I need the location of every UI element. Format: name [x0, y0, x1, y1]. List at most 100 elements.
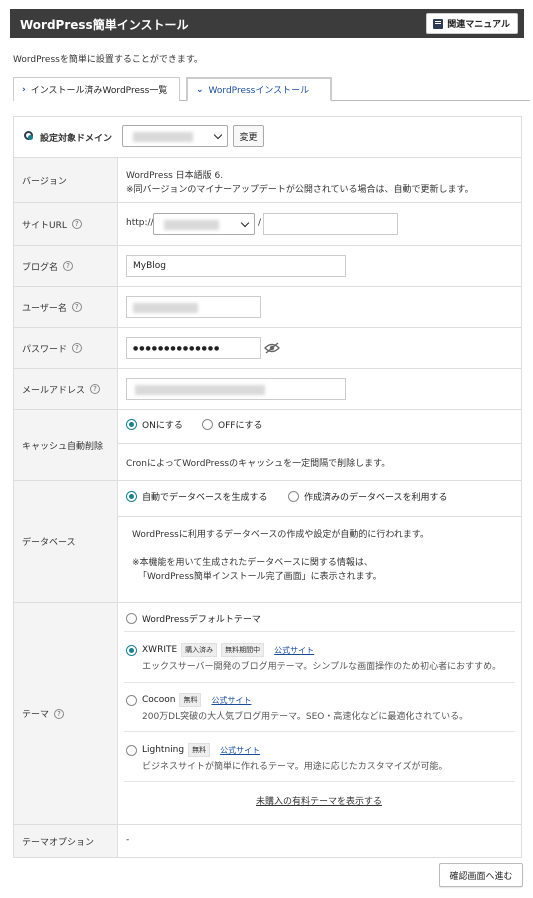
row-email: メールアドレス? [14, 369, 521, 410]
manual-button[interactable]: 関連マニュアル [426, 13, 518, 34]
lightning-desc: ビジネスサイトが簡単に作れるテーマ。用途に応じたカスタマイズが可能。 [142, 762, 448, 772]
eye-slash-icon[interactable] [264, 342, 280, 354]
username-input[interactable] [126, 296, 261, 318]
domain-select[interactable] [122, 125, 228, 147]
cocoon-name: Cocoon [142, 695, 176, 705]
theme-option-label: テーマオプション [14, 825, 118, 857]
help-icon[interactable]: ? [71, 219, 82, 229]
database-label-text: データベース [22, 538, 76, 548]
chevron-down-icon [213, 130, 223, 140]
cocoon-official-link[interactable]: 公式サイト [211, 695, 251, 706]
page-title: WordPress簡単インストール [20, 18, 189, 32]
help-icon[interactable]: ? [63, 261, 74, 271]
row-target-domain: 設定対象ドメイン 変更 [14, 117, 521, 158]
site-url-path-input[interactable] [263, 213, 398, 235]
radio-off [126, 694, 137, 706]
lightning-official-link[interactable]: 公式サイト [220, 745, 260, 756]
password-input[interactable]: ●●●●●●●●●●●●●● [126, 337, 261, 359]
tab-label: インストール済みWordPress一覧 [30, 86, 168, 96]
radio-on [126, 491, 137, 502]
username-label-text: ユーザー名 [22, 303, 67, 314]
username-redacted [133, 303, 198, 313]
cache-on-label: ONにする [142, 421, 183, 431]
theme-cocoon-radio[interactable]: Cocoon 無料 公式サイト [126, 693, 251, 707]
lightning-name: Lightning [142, 745, 185, 755]
email-input[interactable] [126, 378, 346, 400]
radio-off [202, 419, 213, 430]
divider [118, 516, 521, 517]
db-existing-radio[interactable]: 作成済みのデータベースを利用する [288, 490, 448, 503]
radio-off [288, 491, 299, 502]
divider [124, 731, 515, 732]
tab-install[interactable]: ⌄ WordPressインストール [186, 77, 332, 102]
theme-lightning-radio[interactable]: Lightning 無料 公式サイト [126, 743, 260, 757]
manual-label: 関連マニュアル [447, 20, 510, 30]
cache-on-radio[interactable]: ONにする [126, 418, 183, 431]
row-version: バージョン WordPress 日本語版 6. ※同バージョンのマイナーアップデ… [14, 158, 521, 203]
email-label-text: メールアドレス [22, 385, 86, 396]
help-icon[interactable]: ? [72, 343, 83, 353]
tab-installed-list[interactable]: › インストール済みWordPress一覧 [13, 77, 180, 101]
radio-on [126, 644, 137, 656]
password-label-text: パスワード [22, 344, 68, 355]
row-cache: キャッシュ自動削除 ONにする OFFにする CronによってWordPress… [14, 410, 521, 481]
cache-off-radio[interactable]: OFFにする [202, 418, 263, 431]
blog-name-label-text: ブログ名 [22, 262, 59, 273]
version-label: バージョン [14, 158, 118, 202]
password-label: パスワード? [14, 328, 118, 368]
change-domain-button[interactable]: 変更 [233, 125, 264, 147]
theme-label: テーマ? [14, 603, 118, 824]
target-domain-radio[interactable] [24, 131, 33, 140]
show-paid-themes-link[interactable]: 未購入の有料テーマを表示する [256, 794, 382, 807]
db-auto-radio[interactable]: 自動でデータベースを生成する [126, 490, 268, 503]
xwrite-official-link[interactable]: 公式サイト [274, 645, 314, 656]
chevron-down-icon [240, 218, 250, 228]
radio-off [126, 613, 137, 624]
site-url-label: サイトURL? [14, 203, 118, 245]
divider [124, 781, 515, 782]
db-note-1: WordPressに利用するデータベースの作成や設定が自動的に行われます。 [132, 530, 430, 540]
site-url-label-text: サイトURL [22, 220, 67, 231]
username-label: ユーザー名? [14, 287, 118, 327]
url-separator: / [258, 218, 262, 228]
tab-label: WordPressインストール [208, 86, 310, 96]
divider [124, 682, 515, 683]
row-database: データベース 自動でデータベースを生成する 作成済みのデータベースを利用する W… [14, 481, 521, 603]
theme-xwrite-radio[interactable]: XWRITE 購入済み 無料期間中 公式サイト [126, 643, 314, 657]
version-note: ※同バージョンのマイナーアップデートが公開されている場合は、自動で更新します。 [126, 185, 474, 195]
row-password: パスワード? ●●●●●●●●●●●●●● [14, 328, 521, 369]
free-trial-badge: 無料期間中 [221, 643, 265, 657]
confirm-button[interactable]: 確認画面へ進む [439, 863, 523, 887]
theme-default-radio[interactable]: WordPressデフォルトテーマ [126, 612, 261, 625]
row-theme: テーマ? WordPressデフォルトテーマ XWRITE 購入済み 無料期間中… [14, 603, 521, 825]
chevron-right-icon: › [22, 84, 26, 95]
book-icon [433, 18, 444, 29]
row-site-url: サイトURL? http:// / [14, 203, 521, 246]
blog-name-input[interactable]: MyBlog [126, 255, 346, 277]
page-header: WordPress簡単インストール 関連マニュアル [10, 9, 524, 38]
blog-name-label: ブログ名? [14, 246, 118, 286]
free-badge: 無料 [179, 693, 202, 707]
email-label: メールアドレス? [14, 369, 118, 409]
radio-on [126, 419, 137, 430]
theme-option-label-text: テーマオプション [22, 837, 95, 848]
help-icon[interactable]: ? [90, 384, 101, 394]
divider [118, 443, 521, 444]
help-icon[interactable]: ? [71, 302, 82, 312]
version-label-text: バージョン [22, 176, 67, 187]
password-mask: ●●●●●●●●●●●●●● [133, 344, 221, 352]
page-description: WordPressを簡単に設置することができます。 [13, 55, 203, 65]
purchased-badge: 購入済み [181, 643, 218, 657]
theme-option-value: - [126, 835, 130, 845]
url-domain-redacted [164, 220, 219, 230]
xwrite-desc: エックスサーバー開発のブログ用テーマ。シンプルな画面操作のため初心者におすすめ。 [142, 662, 502, 672]
install-form: 設定対象ドメイン 変更 バージョン WordPress 日本語版 6. ※同バー… [13, 116, 522, 858]
tab-bar: › インストール済みWordPress一覧 ⌄ WordPressインストール [13, 77, 530, 102]
radio-off [126, 744, 137, 756]
help-icon[interactable]: ? [54, 708, 65, 719]
cache-label: キャッシュ自動削除 [14, 410, 118, 480]
divider [124, 631, 515, 632]
site-url-domain-select[interactable] [153, 213, 255, 235]
row-blog-name: ブログ名? MyBlog [14, 246, 521, 287]
database-label: データベース [14, 481, 118, 602]
